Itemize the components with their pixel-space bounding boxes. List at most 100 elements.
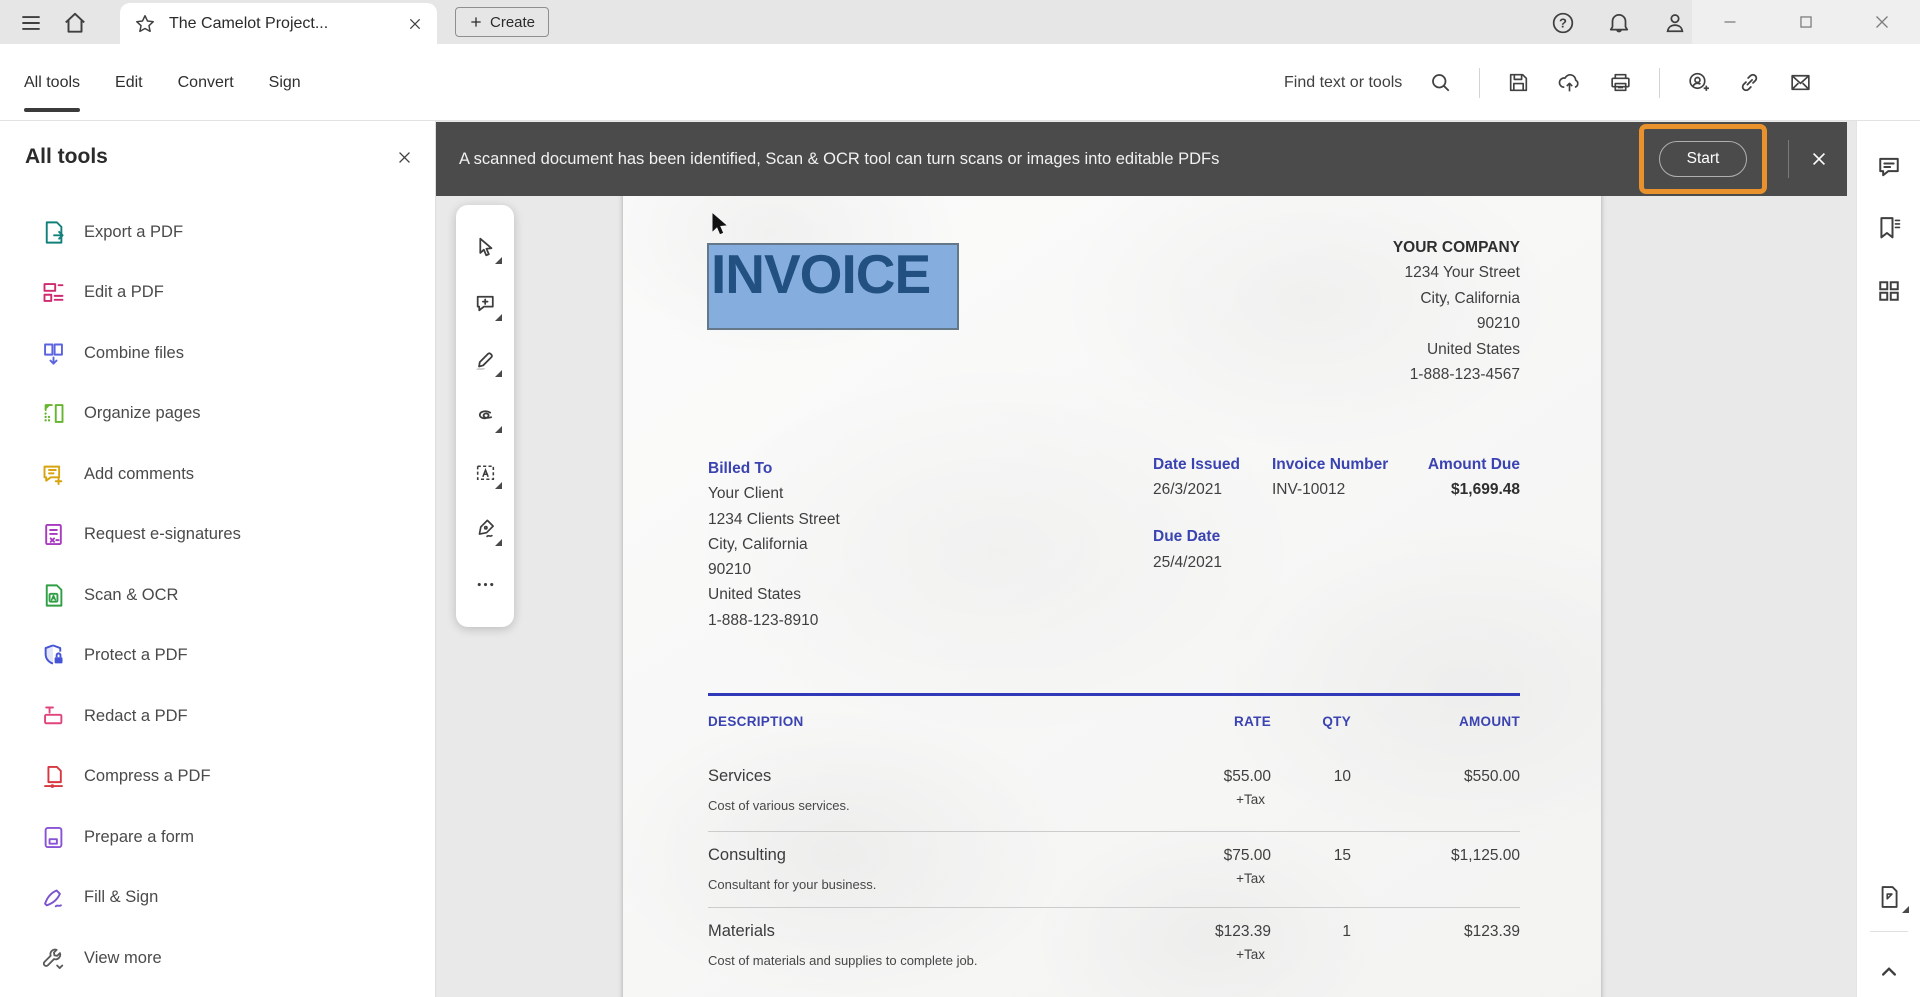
row-rate: $55.00: [1224, 768, 1271, 786]
prepare-form-icon: [40, 824, 67, 851]
table-row: Services Cost of various services. $55.0…: [623, 767, 1601, 827]
flyout-indicator: [495, 539, 502, 546]
flyout-indicator: [495, 257, 502, 264]
amount-due-label: Amount Due: [1428, 456, 1520, 474]
print-icon[interactable]: [1608, 70, 1633, 95]
plus-icon: [469, 15, 483, 29]
tool-item-label: Compress a PDF: [84, 767, 211, 786]
row-note: Cost of various services.: [708, 798, 850, 813]
text-selection-highlight[interactable]: INVOICE: [707, 243, 959, 330]
collapse-rail-chevron-icon[interactable]: [1875, 957, 1903, 985]
start-button[interactable]: Start: [1659, 141, 1748, 177]
tool-item-scan-ocr[interactable]: Scan & OCR: [0, 565, 435, 626]
tool-item-label: Edit a PDF: [84, 283, 164, 302]
toolbar-divider: [1659, 68, 1660, 98]
row-divider: [708, 907, 1520, 908]
combine-files-icon: [40, 340, 67, 367]
all-tools-panel-header: All tools: [25, 145, 413, 169]
menubar: All tools Edit Convert Sign Find text or…: [0, 44, 1920, 121]
request-signature-icon[interactable]: [1686, 70, 1711, 95]
tool-list: Export a PDF Edit a PDF Combine files Or…: [0, 202, 435, 989]
help-icon[interactable]: ?: [1550, 10, 1576, 36]
home-icon[interactable]: [62, 10, 88, 36]
select-tool-icon[interactable]: [465, 227, 505, 267]
link-icon[interactable]: [1737, 70, 1762, 95]
tool-item-redact-pdf[interactable]: Redact a PDF: [0, 686, 435, 747]
add-text-tool-icon[interactable]: [465, 452, 505, 492]
create-button[interactable]: Create: [455, 7, 549, 37]
invoice-heading: INVOICE: [711, 245, 957, 303]
tab-edit[interactable]: Edit: [115, 44, 143, 121]
tool-item-request-esignatures[interactable]: Request e-signatures: [0, 505, 435, 566]
company-address-block: YOUR COMPANY 1234 Your Street City, Cali…: [1393, 235, 1520, 387]
tool-item-compress-pdf[interactable]: Compress a PDF: [0, 747, 435, 808]
window-maximize-button[interactable]: [1768, 0, 1844, 44]
billed-to-line: 90210: [708, 557, 840, 582]
billed-to-line: United States: [708, 582, 840, 607]
pdf-page[interactable]: INVOICE YOUR COMPANY 1234 Your Street Ci…: [623, 165, 1601, 997]
search-icon[interactable]: [1428, 70, 1453, 95]
tool-item-view-more[interactable]: View more: [0, 928, 435, 989]
tab-close-icon[interactable]: [407, 16, 423, 32]
tab-sign[interactable]: Sign: [269, 44, 301, 121]
tool-item-edit-pdf[interactable]: Edit a PDF: [0, 263, 435, 324]
document-tab[interactable]: The Camelot Project...: [120, 3, 437, 44]
save-icon[interactable]: [1506, 70, 1531, 95]
billed-to-block: Billed To Your Client 1234 Clients Stree…: [708, 456, 840, 633]
row-amount: $123.39: [1464, 923, 1520, 941]
email-icon[interactable]: [1788, 70, 1813, 95]
tool-item-fill-sign[interactable]: Fill & Sign: [0, 868, 435, 929]
banner-divider: [1788, 140, 1789, 178]
company-line: 1-888-123-4567: [1393, 362, 1520, 387]
protect-pdf-icon: [40, 642, 67, 669]
add-comment-tool-icon[interactable]: [465, 284, 505, 324]
tool-item-organize-pages[interactable]: Organize pages: [0, 384, 435, 445]
due-date-value: 25/4/2021: [1153, 554, 1222, 572]
row-rate-tax: +Tax: [1236, 947, 1265, 962]
row-rate-tax: +Tax: [1236, 792, 1265, 807]
bookmarks-panel-icon[interactable]: [1875, 214, 1903, 242]
menu-hamburger-icon[interactable]: [18, 10, 44, 36]
flyout-indicator: [1902, 906, 1909, 913]
window-close-button[interactable]: [1844, 0, 1920, 44]
all-tools-panel-title: All tools: [25, 145, 108, 169]
star-icon[interactable]: [134, 13, 156, 35]
flyout-indicator: [495, 482, 502, 489]
tab-convert[interactable]: Convert: [178, 44, 234, 121]
banner-message: A scanned document has been identified, …: [459, 150, 1219, 169]
table-row: Consulting Consultant for your business.…: [623, 846, 1601, 906]
tool-item-prepare-form[interactable]: Prepare a form: [0, 807, 435, 868]
billed-to-line: 1234 Clients Street: [708, 507, 840, 532]
row-description: Consulting: [708, 846, 786, 865]
find-text-label[interactable]: Find text or tools: [1284, 74, 1402, 92]
share-upload-icon[interactable]: [1557, 70, 1582, 95]
comments-panel-icon[interactable]: [1875, 153, 1903, 181]
row-note: Cost of materials and supplies to comple…: [708, 953, 978, 968]
invoice-number-value: INV-10012: [1272, 481, 1345, 499]
tool-item-export-pdf[interactable]: Export a PDF: [0, 202, 435, 263]
row-qty: 15: [1334, 847, 1351, 865]
window-minimize-button[interactable]: [1692, 0, 1768, 44]
highlight-tool-icon[interactable]: [465, 340, 505, 380]
compress-pdf-icon: [40, 763, 67, 790]
banner-close-icon[interactable]: [1809, 149, 1829, 169]
view-more-icon: [40, 945, 67, 972]
page-thumbnails-icon[interactable]: [1875, 277, 1903, 305]
tool-item-combine-files[interactable]: Combine files: [0, 323, 435, 384]
tool-item-protect-pdf[interactable]: Protect a PDF: [0, 626, 435, 687]
expand-page-icon[interactable]: [1875, 883, 1903, 911]
table-rule: [708, 693, 1520, 696]
tab-all-tools[interactable]: All tools: [24, 44, 80, 121]
panel-close-icon[interactable]: [396, 149, 413, 166]
row-description: Services: [708, 767, 771, 786]
notifications-bell-icon[interactable]: [1606, 10, 1632, 36]
sign-tool-icon[interactable]: [465, 509, 505, 549]
mouse-pointer-cursor: [706, 211, 732, 237]
tool-item-label: Export a PDF: [84, 223, 183, 242]
draw-tool-icon[interactable]: [465, 396, 505, 436]
more-tools-icon[interactable]: [465, 565, 505, 605]
billed-to-line: 1-888-123-8910: [708, 608, 840, 633]
account-user-icon[interactable]: [1662, 10, 1688, 36]
tool-item-add-comments[interactable]: Add comments: [0, 444, 435, 505]
titlebar: The Camelot Project... Create ?: [0, 0, 1920, 44]
